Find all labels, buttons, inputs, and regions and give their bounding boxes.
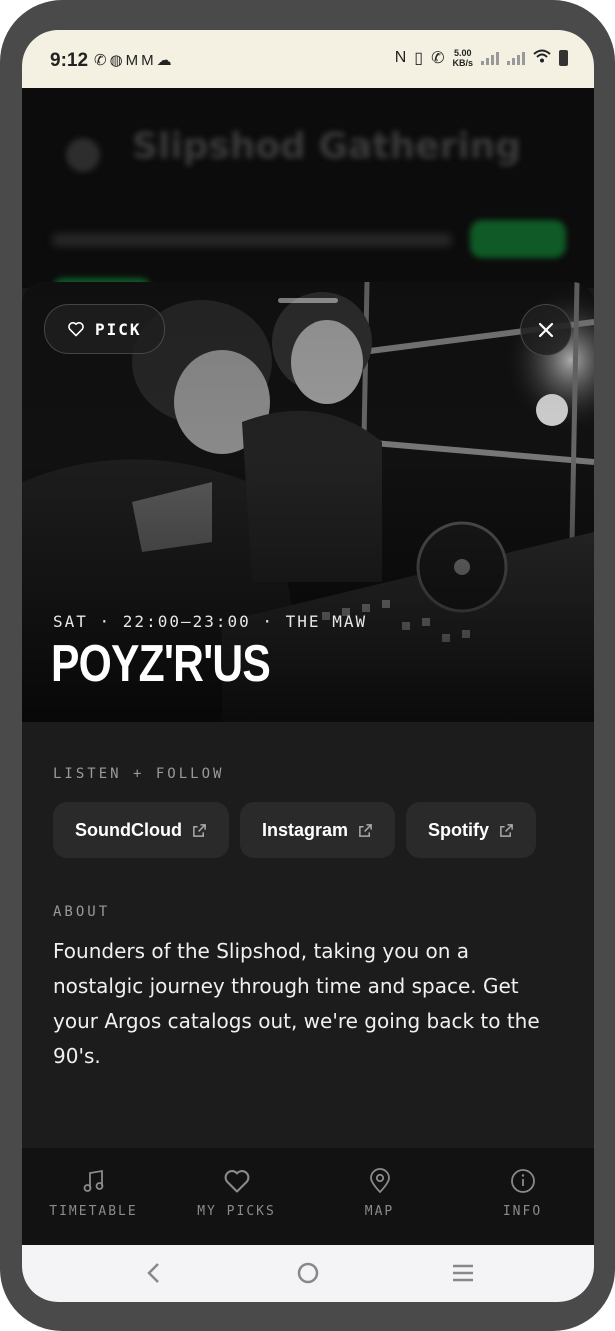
wifi-icon	[533, 49, 551, 68]
status-bar: 9:12 ✆◍MM☁ N ▯ ✆ 5.00 KB/s	[22, 30, 594, 88]
act-title: POYZ'R'US	[51, 635, 271, 693]
map-pin-icon	[369, 1168, 390, 1194]
screen: 9:12 ✆◍MM☁ N ▯ ✆ 5.00 KB/s Slipshod Gath…	[22, 30, 594, 1302]
soundcloud-icon: ☁	[156, 52, 175, 69]
tab-my-picks[interactable]: MY PICKS	[165, 1168, 308, 1219]
status-right-icons: N ▯ ✆ 5.00 KB/s	[395, 48, 568, 68]
sheet-grab-handle[interactable]	[278, 298, 338, 303]
nfc-icon: N	[394, 49, 407, 66]
link-label: SoundCloud	[75, 819, 182, 840]
device-frame: 9:12 ✆◍MM☁ N ▯ ✆ 5.00 KB/s Slipshod Gath…	[0, 0, 615, 1331]
signal-icon-2	[507, 51, 525, 65]
spotify-link-button[interactable]: Spotify	[406, 802, 537, 858]
about-label: ABOUT	[53, 904, 111, 920]
gmail-icon: M	[141, 52, 157, 69]
about-text: Founders of the Slipshod, taking you on …	[53, 939, 540, 1068]
link-label: Instagram	[261, 819, 349, 840]
pick-label: PICK	[95, 319, 142, 339]
system-nav-bar	[22, 1245, 594, 1302]
battery-icon	[559, 50, 568, 66]
whatsapp-icon: ✆	[94, 52, 110, 69]
background-button	[470, 220, 566, 258]
tab-label: MY PICKS	[197, 1204, 276, 1219]
hero-image: PICK SAT · 22:00–23:00 · THE MAW POYZ'R'…	[22, 282, 594, 722]
heart-icon	[68, 322, 84, 337]
external-link-icon	[500, 823, 513, 837]
tab-label: TIMETABLE	[49, 1204, 138, 1219]
notification-icons: ✆◍MM☁	[94, 51, 175, 69]
pick-button[interactable]: PICK	[44, 304, 165, 354]
speed-value: 5.00	[453, 48, 472, 58]
speed-unit: KB/s	[452, 58, 473, 68]
bottom-tab-bar: TIMETABLE MY PICKS MAP INFO	[22, 1148, 594, 1245]
external-link-icon	[193, 823, 206, 837]
back-icon[interactable]	[144, 1261, 164, 1285]
gmail-icon: M	[125, 52, 142, 69]
close-icon	[538, 322, 554, 338]
soundcloud-link-button[interactable]: SoundCloud	[53, 802, 229, 858]
background-logo-icon	[66, 138, 100, 172]
instagram-link-button[interactable]: Instagram	[239, 802, 396, 858]
vibrate-icon: ▯	[414, 50, 424, 67]
info-icon	[510, 1169, 535, 1193]
tab-timetable[interactable]: TIMETABLE	[22, 1168, 165, 1219]
network-speed: 5.00 KB/s	[452, 48, 473, 68]
external-link-icon	[359, 823, 372, 837]
link-label: Spotify	[428, 819, 490, 840]
recents-icon[interactable]	[451, 1261, 475, 1285]
tab-label: INFO	[502, 1204, 543, 1219]
link-buttons: SoundCloud Instagram Spotify	[53, 802, 537, 858]
tab-label: MAP	[364, 1204, 395, 1219]
background-page: Slipshod Gathering	[22, 88, 594, 288]
close-button[interactable]	[520, 304, 572, 356]
music-note-icon	[83, 1169, 103, 1192]
background-text	[52, 233, 452, 247]
tab-map[interactable]: MAP	[308, 1168, 451, 1219]
status-time: 9:12	[50, 50, 89, 71]
home-icon[interactable]	[296, 1261, 320, 1285]
messenger-icon: ◍	[109, 52, 126, 69]
tab-info[interactable]: INFO	[451, 1168, 594, 1219]
listen-follow-label: LISTEN + FOLLOW	[53, 766, 225, 782]
act-meta: SAT · 22:00–23:00 · THE MAW	[53, 612, 368, 631]
signal-icon	[481, 51, 499, 65]
heart-icon	[224, 1170, 249, 1193]
wifi-call-icon: ✆	[431, 50, 445, 67]
background-title: Slipshod Gathering	[132, 126, 522, 167]
